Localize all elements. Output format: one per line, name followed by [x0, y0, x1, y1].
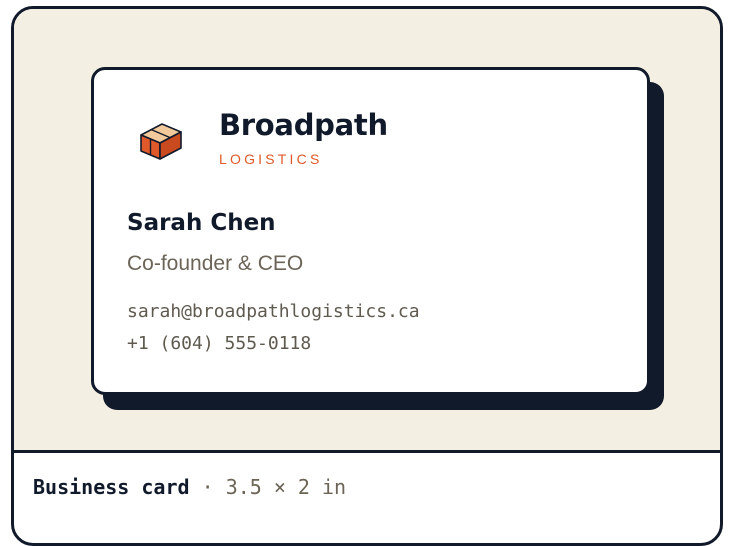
contact-phone: +1 (604) 555-0118: [127, 333, 312, 354]
preview-frame: Broadpath LOGISTICS Sarah Chen Co-founde…: [11, 6, 723, 546]
format-caption: Business card · 3.5 × 2 in: [33, 475, 346, 499]
format-dimensions: 3.5 × 2 in: [225, 475, 347, 499]
stacked-boxes-icon: [140, 123, 182, 160]
person-name: Sarah Chen: [127, 210, 276, 236]
format-label: Business card: [33, 475, 190, 499]
brand-tagline: LOGISTICS: [219, 151, 323, 167]
contact-email: sarah@broadpathlogistics.ca: [127, 301, 420, 322]
caption-separator: ·: [201, 475, 214, 499]
person-role: Co-founder & CEO: [127, 252, 304, 275]
card-preview-stage: Broadpath LOGISTICS Sarah Chen Co-founde…: [14, 9, 720, 453]
business-card: Broadpath LOGISTICS Sarah Chen Co-founde…: [91, 67, 650, 395]
brand-name: Broadpath: [219, 108, 388, 142]
